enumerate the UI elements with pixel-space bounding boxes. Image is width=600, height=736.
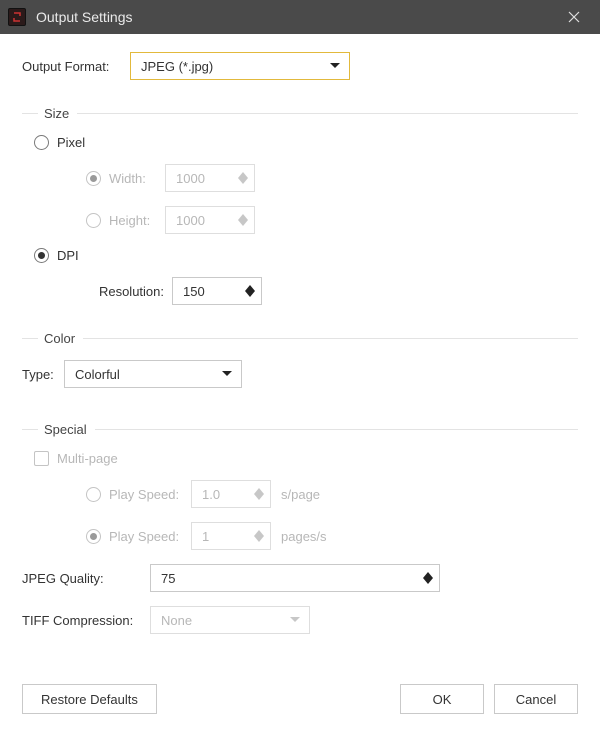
speed-b-label: Play Speed: xyxy=(109,529,191,544)
tiff-value: None xyxy=(161,613,289,628)
resolution-value: 150 xyxy=(183,284,243,299)
speed-b-spin: 1 xyxy=(191,522,271,550)
pixel-radio[interactable] xyxy=(34,135,49,150)
special-group: Special Multi-page Play Speed: 1.0 s/pag… xyxy=(22,416,578,648)
spinner-arrows-icon xyxy=(252,530,266,542)
width-value: 1000 xyxy=(176,171,236,186)
size-title: Size xyxy=(44,106,69,121)
speed-a-spin: 1.0 xyxy=(191,480,271,508)
dpi-radio[interactable] xyxy=(34,248,49,263)
width-spin: 1000 xyxy=(165,164,255,192)
multipage-checkbox xyxy=(34,451,49,466)
resolution-spin[interactable]: 150 xyxy=(172,277,262,305)
speed-a-label: Play Speed: xyxy=(109,487,191,502)
chevron-down-icon xyxy=(221,370,233,378)
footer: Restore Defaults OK Cancel xyxy=(22,684,578,736)
width-radio xyxy=(86,171,101,186)
spinner-arrows-icon xyxy=(236,214,250,226)
tiff-combo: None xyxy=(150,606,310,634)
chevron-down-icon xyxy=(289,616,301,624)
height-label: Height: xyxy=(109,213,165,228)
resolution-label: Resolution: xyxy=(86,284,164,299)
spinner-arrows-icon xyxy=(243,285,257,297)
tiff-label: TIFF Compression: xyxy=(22,613,150,628)
speed-b-radio xyxy=(86,529,101,544)
close-icon xyxy=(567,10,581,24)
ok-button[interactable]: OK xyxy=(400,684,484,714)
height-radio xyxy=(86,213,101,228)
speed-a-unit: s/page xyxy=(281,487,320,502)
spinner-arrows-icon xyxy=(236,172,250,184)
speed-b-value: 1 xyxy=(202,529,252,544)
cancel-button[interactable]: Cancel xyxy=(494,684,578,714)
color-type-combo[interactable]: Colorful xyxy=(64,360,242,388)
close-button[interactable] xyxy=(554,0,594,34)
dpi-label: DPI xyxy=(57,248,79,263)
spinner-arrows-icon xyxy=(421,572,435,584)
multipage-label: Multi-page xyxy=(57,451,118,466)
jpeg-quality-label: JPEG Quality: xyxy=(22,571,150,586)
window-title: Output Settings xyxy=(36,9,554,25)
color-group: Color Type: Colorful xyxy=(22,325,578,402)
titlebar: Output Settings xyxy=(0,0,600,34)
speed-a-radio xyxy=(86,487,101,502)
spinner-arrows-icon xyxy=(252,488,266,500)
speed-b-unit: pages/s xyxy=(281,529,327,544)
height-spin: 1000 xyxy=(165,206,255,234)
chevron-down-icon xyxy=(329,62,341,70)
output-format-value: JPEG (*.jpg) xyxy=(141,59,329,74)
height-value: 1000 xyxy=(176,213,236,228)
size-group: Size Pixel Width: 1000 Height: 1000 xyxy=(22,100,578,319)
jpeg-quality-value: 75 xyxy=(161,571,421,586)
speed-a-value: 1.0 xyxy=(202,487,252,502)
width-label: Width: xyxy=(109,171,165,186)
color-type-label: Type: xyxy=(22,367,64,382)
output-format-label: Output Format: xyxy=(22,59,130,74)
jpeg-quality-spin[interactable]: 75 xyxy=(150,564,440,592)
app-icon xyxy=(8,8,26,26)
restore-defaults-button[interactable]: Restore Defaults xyxy=(22,684,157,714)
pixel-label: Pixel xyxy=(57,135,85,150)
output-format-combo[interactable]: JPEG (*.jpg) xyxy=(130,52,350,80)
color-type-value: Colorful xyxy=(75,367,221,382)
special-title: Special xyxy=(44,422,87,437)
color-title: Color xyxy=(44,331,75,346)
